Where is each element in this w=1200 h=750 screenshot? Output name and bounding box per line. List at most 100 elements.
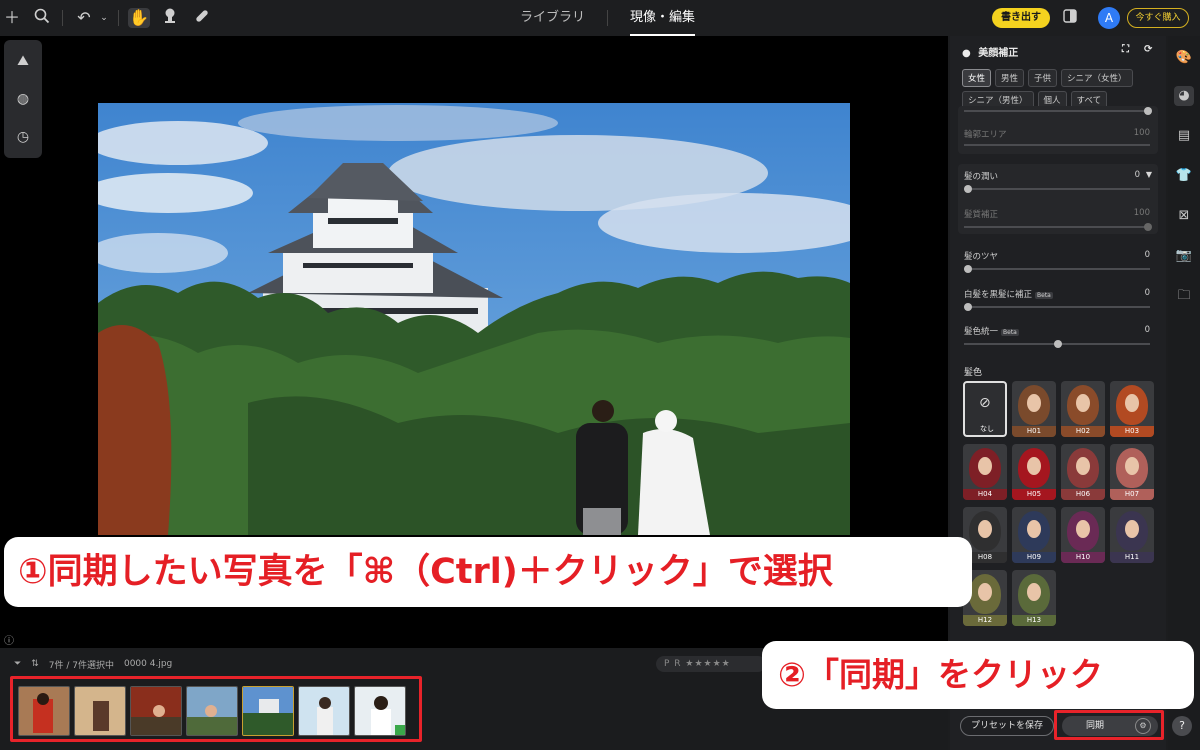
filmstrip-thumbnail[interactable]	[130, 686, 182, 736]
slider-track[interactable]	[964, 268, 1150, 270]
tab-library[interactable]: ライブラリ	[520, 0, 585, 36]
slider-track[interactable]	[964, 188, 1150, 190]
history-clock-icon[interactable]: ◷	[13, 127, 33, 147]
face-preview	[1125, 520, 1139, 538]
hair-color-swatch[interactable]: H01	[1012, 381, 1056, 437]
slider-track[interactable]	[964, 306, 1150, 308]
sync-highlight-box	[1054, 710, 1164, 740]
hair-color-swatch[interactable]: H04	[963, 444, 1007, 500]
camera-icon[interactable]: 📷	[1174, 246, 1194, 266]
gradient-icon[interactable]: ▤	[1174, 126, 1194, 146]
filmstrip-selection-highlight	[10, 676, 422, 742]
swatch-label: H11	[1110, 552, 1154, 563]
undo-icon[interactable]: ↶	[74, 8, 94, 28]
shirt-icon[interactable]: 👕	[1174, 166, 1194, 186]
slider-hair-color-unify: 髪色統一 Beta 0	[958, 325, 1158, 349]
slider-label: 輪郭エリア	[964, 130, 1007, 140]
face-preview	[1076, 394, 1090, 412]
divider	[118, 10, 119, 26]
filmstrip-thumbnail[interactable]	[298, 686, 350, 736]
chip-male[interactable]: 男性	[995, 69, 1025, 87]
bandage-tool-icon[interactable]	[192, 8, 212, 28]
face-preview	[978, 583, 992, 601]
filmstrip-thumbnail[interactable]	[354, 686, 406, 736]
save-preset-button[interactable]: プリセットを保存	[960, 716, 1054, 736]
slider-label: 髪の潤い	[964, 172, 999, 182]
slider-track[interactable]	[964, 144, 1150, 146]
swatch-label: H09	[1012, 552, 1056, 563]
slider-hair-quality: 髪質補正 100	[958, 208, 1158, 232]
caret-down-icon[interactable]: ▼	[1146, 170, 1152, 179]
focus-frame-icon[interactable]: ⛶	[1122, 44, 1129, 55]
face-preview	[1027, 457, 1041, 475]
mode-tabs: ライブラリ 現像・編集	[520, 0, 696, 36]
folder-settings-icon[interactable]: 🗀	[1174, 286, 1194, 306]
swatch-label: H04	[963, 489, 1007, 500]
hair-color-swatch-none[interactable]: ⊘ なし	[963, 381, 1007, 437]
panel-toggle-icon[interactable]	[1060, 8, 1080, 28]
filmstrip-thumbnail[interactable]	[18, 686, 70, 736]
rating-stars[interactable]: P R ★★★★★	[656, 656, 766, 672]
slider-knob[interactable]	[964, 265, 972, 273]
search-icon[interactable]	[32, 8, 52, 28]
hair-color-swatch[interactable]: H09	[1012, 507, 1056, 563]
filmstrip-thumbnail[interactable]	[242, 686, 294, 736]
hair-color-swatch[interactable]: H11	[1110, 507, 1154, 563]
slider-track[interactable]	[964, 110, 1150, 112]
slider-label: 髪質補正	[964, 210, 999, 220]
hair-color-swatch[interactable]: H13	[1012, 570, 1056, 626]
chip-child[interactable]: 子供	[1028, 69, 1058, 87]
auto-enhance-icon[interactable]: ⛰	[13, 51, 33, 71]
chevron-down-icon[interactable]: ⌄	[94, 8, 114, 28]
stamp-tool-icon[interactable]	[160, 8, 180, 28]
noise-pattern-icon[interactable]: ◍	[13, 89, 33, 109]
slider-value: 100	[1133, 208, 1150, 218]
slider-knob[interactable]	[964, 185, 972, 193]
add-icon[interactable]: ＋	[2, 8, 22, 28]
filmstrip-thumbnail[interactable]	[186, 686, 238, 736]
slider-label: 白髪を黒髪に補正 Beta	[964, 290, 1053, 300]
filter-icon[interactable]: ⏷	[14, 659, 21, 669]
help-icon[interactable]: ?	[1172, 716, 1192, 736]
slider-knob[interactable]	[1144, 107, 1152, 115]
hair-color-swatch[interactable]: H10	[1061, 507, 1105, 563]
face-preview	[1076, 457, 1090, 475]
buy-now-button[interactable]: 今すぐ購入	[1127, 8, 1189, 28]
tab-develop-edit[interactable]: 現像・編集	[630, 0, 696, 36]
slider-knob[interactable]	[964, 303, 972, 311]
face-preview	[978, 520, 992, 538]
slider-value: 0	[1144, 288, 1150, 298]
face-retouch-icon[interactable]: ◕	[1174, 86, 1194, 106]
hair-color-swatch[interactable]: H06	[1061, 444, 1105, 500]
divider	[62, 10, 63, 26]
divider	[607, 10, 609, 26]
palette-icon[interactable]: 🎨	[1174, 48, 1194, 68]
slider-contour-area: 輪郭エリア 100	[958, 106, 1158, 146]
slider-gray-to-black: 白髪を黒髪に補正 Beta 0	[958, 288, 1158, 312]
export-button[interactable]: 書き出す	[992, 8, 1050, 28]
hair-color-swatch[interactable]: H05	[1012, 444, 1056, 500]
chip-senior-female[interactable]: シニア（女性）	[1061, 69, 1133, 87]
hair-color-swatch[interactable]: H07	[1110, 444, 1154, 500]
crop-icon[interactable]: ⊠	[1174, 206, 1194, 226]
avatar[interactable]: A	[1098, 7, 1120, 29]
reset-icon[interactable]: ⟳	[1144, 44, 1152, 55]
sort-icon[interactable]: ⇅	[31, 659, 39, 669]
slider-knob[interactable]	[1144, 223, 1152, 231]
slider-knob[interactable]	[1054, 340, 1062, 348]
swatch-label: なし	[980, 425, 994, 433]
hair-color-swatch[interactable]: H03	[1110, 381, 1154, 437]
swatch-label: H07	[1110, 489, 1154, 500]
slider-value: 0	[1134, 170, 1140, 180]
panel-title: 美顔補正	[978, 48, 1019, 59]
chip-female[interactable]: 女性	[962, 69, 992, 87]
filmstrip-thumbnail[interactable]	[74, 686, 126, 736]
slider-hair-moisture: 髪の潤い 0 ▼	[958, 170, 1158, 200]
main-photo	[98, 103, 850, 535]
current-filename: 0000 4.jpg	[123, 659, 173, 669]
slider-track[interactable]	[964, 226, 1150, 228]
hair-color-swatch[interactable]: H02	[1061, 381, 1105, 437]
info-icon[interactable]: ⓘ	[4, 632, 14, 647]
hand-tool-icon[interactable]: ✋	[128, 8, 150, 28]
face-preview	[1027, 520, 1041, 538]
